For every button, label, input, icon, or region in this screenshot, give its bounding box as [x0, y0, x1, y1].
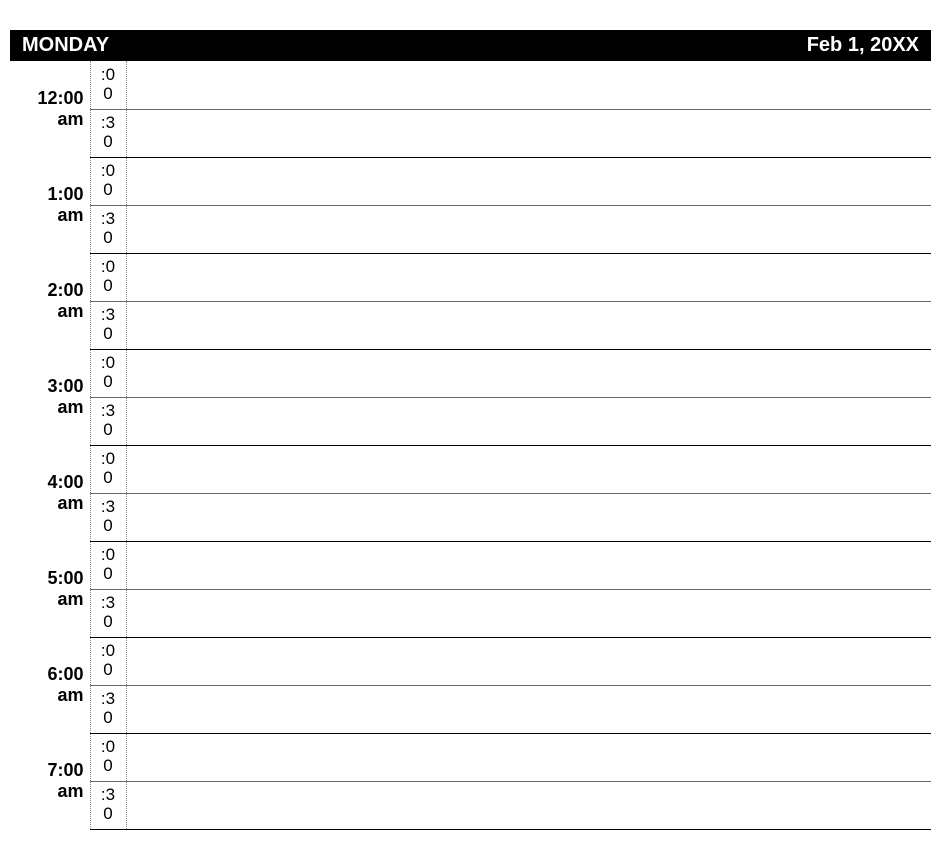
hour-row-bottom: :30 [10, 493, 931, 541]
entry-cell-00[interactable] [126, 61, 931, 109]
entry-cell-00[interactable] [126, 253, 931, 301]
entry-cell-00[interactable] [126, 349, 931, 397]
hour-row-top: 2:00am:00 [10, 253, 931, 301]
entry-cell-30[interactable] [126, 589, 931, 637]
minute-label-00: :00 [90, 445, 126, 493]
hour-label: 7:00am [10, 733, 90, 829]
hour-label: 12:00am [10, 61, 90, 157]
minute-label-00: :00 [90, 349, 126, 397]
schedule-table: 12:00am:00:301:00am:00:302:00am:00:303:0… [10, 61, 931, 830]
hour-row-bottom: :30 [10, 685, 931, 733]
hour-row-bottom: :30 [10, 589, 931, 637]
hour-row-bottom: :30 [10, 205, 931, 253]
entry-cell-00[interactable] [126, 157, 931, 205]
header-bar: MONDAY Feb 1, 20XX [10, 30, 931, 61]
hour-row-bottom: :30 [10, 781, 931, 829]
entry-cell-30[interactable] [126, 781, 931, 829]
hour-row-bottom: :30 [10, 109, 931, 157]
minute-label-00: :00 [90, 733, 126, 781]
hour-row-top: 12:00am:00 [10, 61, 931, 109]
hour-label: 2:00am [10, 253, 90, 349]
minute-label-00: :00 [90, 541, 126, 589]
hour-label: 1:00am [10, 157, 90, 253]
entry-cell-00[interactable] [126, 733, 931, 781]
hour-row-top: 7:00am:00 [10, 733, 931, 781]
minute-label-00: :00 [90, 253, 126, 301]
minute-label-00: :00 [90, 61, 126, 109]
hour-row-top: 4:00am:00 [10, 445, 931, 493]
minute-label-00: :00 [90, 637, 126, 685]
entry-cell-00[interactable] [126, 445, 931, 493]
hour-label: 6:00am [10, 637, 90, 733]
entry-cell-30[interactable] [126, 397, 931, 445]
hour-row-top: 6:00am:00 [10, 637, 931, 685]
hour-row-top: 5:00am:00 [10, 541, 931, 589]
entry-cell-30[interactable] [126, 205, 931, 253]
hour-row-top: 3:00am:00 [10, 349, 931, 397]
header-day: MONDAY [22, 34, 109, 57]
minute-label-30: :30 [90, 205, 126, 253]
entry-cell-30[interactable] [126, 301, 931, 349]
entry-cell-00[interactable] [126, 541, 931, 589]
hour-row-bottom: :30 [10, 397, 931, 445]
entry-cell-30[interactable] [126, 685, 931, 733]
minute-label-30: :30 [90, 685, 126, 733]
minute-label-30: :30 [90, 493, 126, 541]
minute-label-00: :00 [90, 157, 126, 205]
hour-row-top: 1:00am:00 [10, 157, 931, 205]
schedule-body: 12:00am:00:301:00am:00:302:00am:00:303:0… [10, 61, 931, 829]
hour-label: 3:00am [10, 349, 90, 445]
minute-label-30: :30 [90, 301, 126, 349]
minute-label-30: :30 [90, 781, 126, 829]
entry-cell-00[interactable] [126, 637, 931, 685]
hour-label: 5:00am [10, 541, 90, 637]
hour-row-bottom: :30 [10, 301, 931, 349]
hour-label: 4:00am [10, 445, 90, 541]
daily-schedule-page: MONDAY Feb 1, 20XX 12:00am:00:301:00am:0… [0, 0, 941, 840]
minute-label-30: :30 [90, 397, 126, 445]
header-date: Feb 1, 20XX [807, 34, 919, 57]
entry-cell-30[interactable] [126, 109, 931, 157]
minute-label-30: :30 [90, 109, 126, 157]
minute-label-30: :30 [90, 589, 126, 637]
entry-cell-30[interactable] [126, 493, 931, 541]
